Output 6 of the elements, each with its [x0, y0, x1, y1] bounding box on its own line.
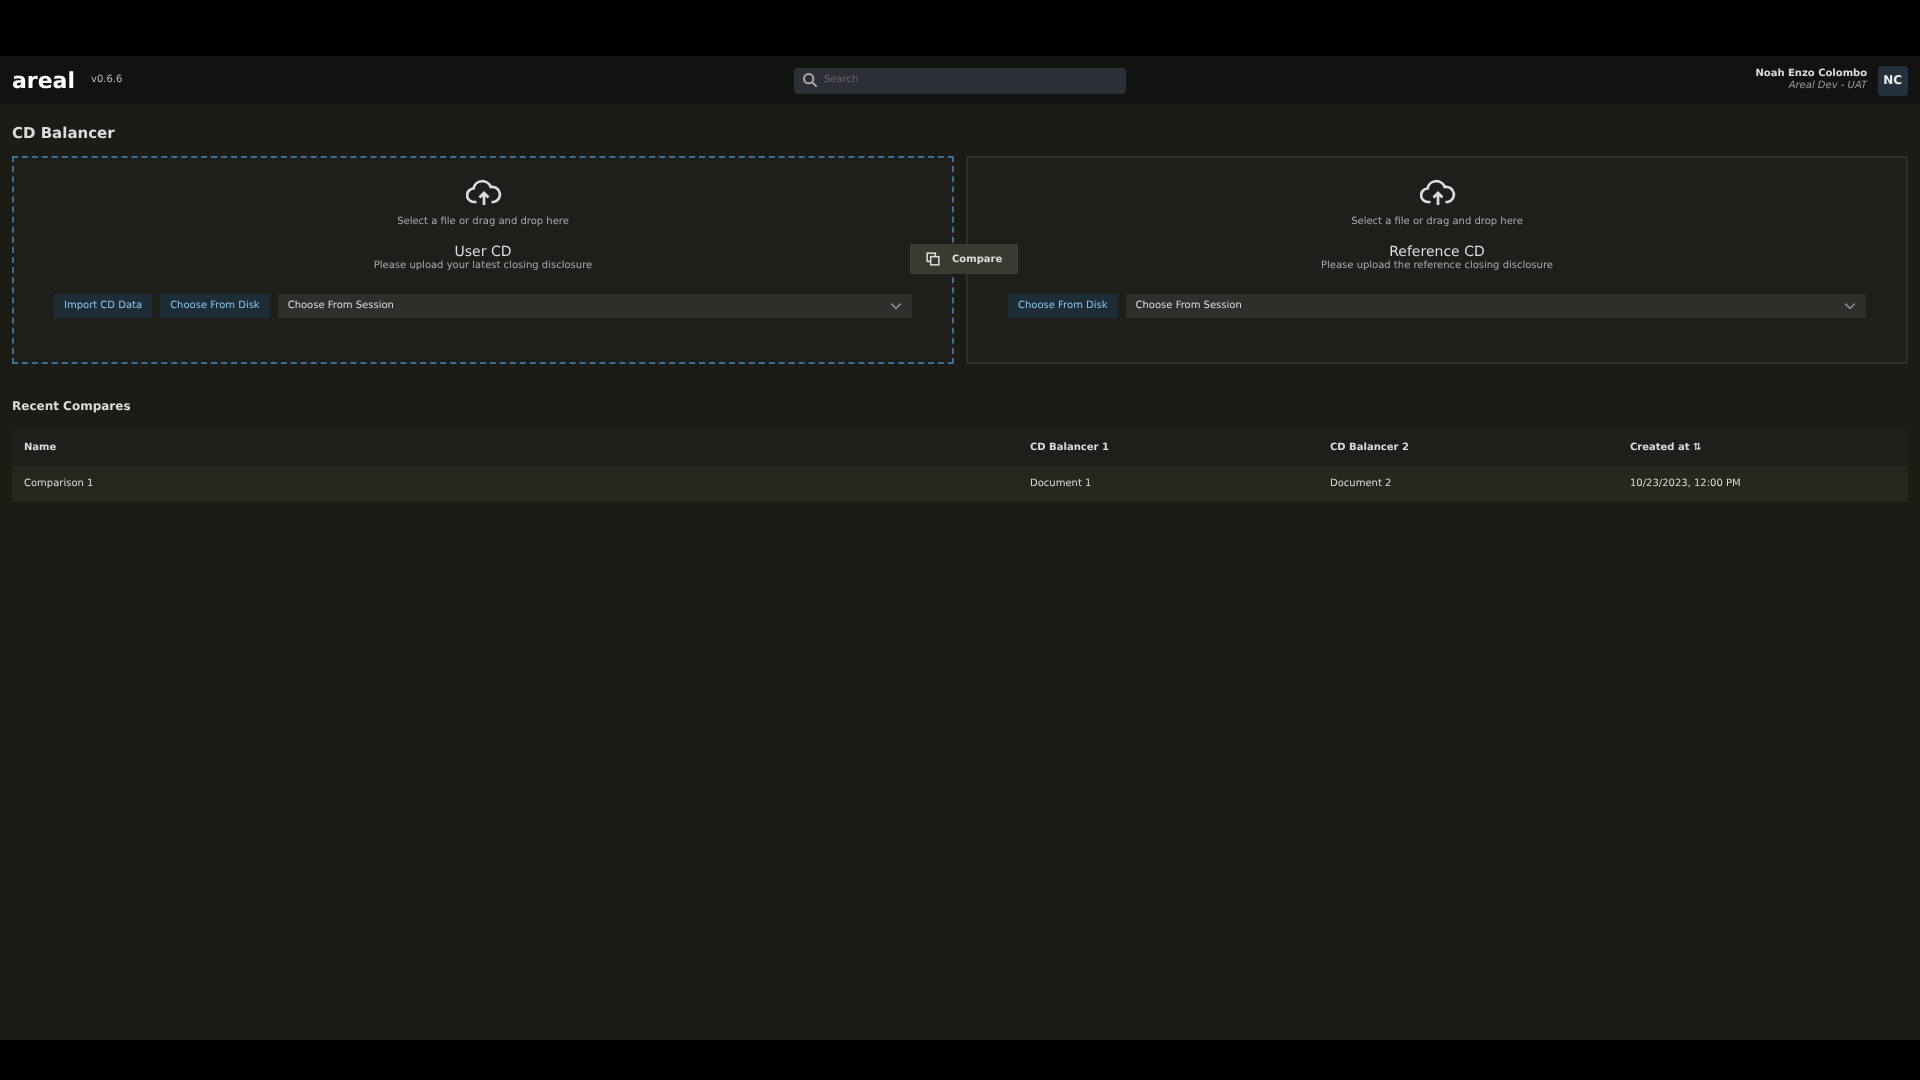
cloud-upload-icon: [1419, 178, 1455, 208]
chevron-icon: [1844, 302, 1856, 310]
logo[interactable]: areal: [12, 67, 76, 93]
chevron-icon: [890, 302, 902, 310]
cloud-upload-icon: [465, 178, 501, 208]
copy-icon: [926, 252, 940, 266]
